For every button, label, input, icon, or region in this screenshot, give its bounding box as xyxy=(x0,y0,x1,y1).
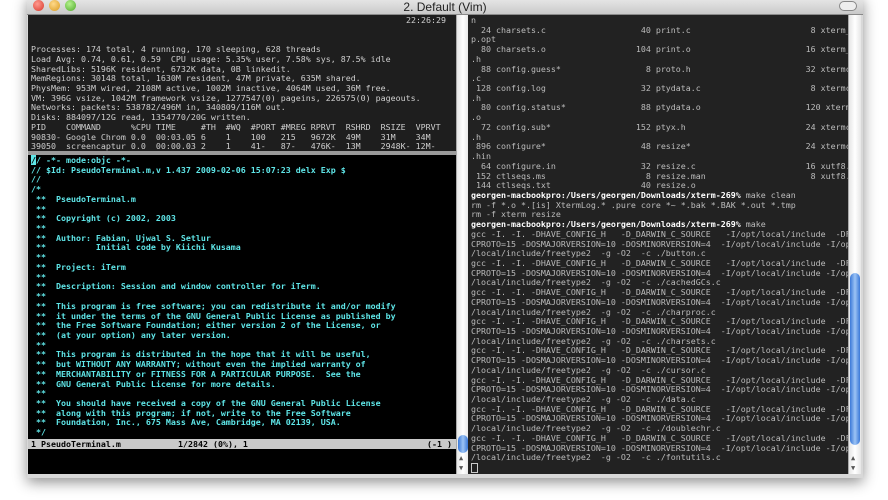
output-text: rm -f xterm resize xyxy=(471,209,561,220)
output-text: CPROTO=15 -DOSMAJORVERSION=10 -DOSMINORV… xyxy=(471,326,848,336)
output-text: CPROTO=15 -DOSMAJORVERSION=10 -DOSMINORV… xyxy=(471,413,848,424)
vim-editor-pane[interactable]: // -*- mode:objc -*-// $Id: PseudoTermin… xyxy=(28,155,456,474)
output-text: gcc -I. -I. -DHAVE_CONFIG_H -D_DARWIN_C_… xyxy=(471,374,848,385)
output-line: /local/include/freetype2 -g -O2 -c ./fon… xyxy=(471,452,848,463)
code-line: ** (at your option) any later version. xyxy=(31,329,231,340)
code-line: ** Description: Session and window contr… xyxy=(31,281,321,292)
output-line: 80 charsets.o 104 print.o 16 xterm_io xyxy=(471,44,848,55)
code-line: ** Project: iTerm xyxy=(31,261,126,272)
cursor-line xyxy=(471,463,848,474)
output-text: /local/include/freetype2 -g -O2 -c ./cur… xyxy=(471,364,706,375)
output-text: .o xyxy=(471,112,481,123)
output-text: p.opt xyxy=(471,34,496,45)
output-text: .c xyxy=(471,73,481,84)
output-text: 152 ctlseqs.ms 8 resize.man 8 xutf8.h xyxy=(471,170,848,181)
output-text: .h xyxy=(471,53,481,64)
output-text: 88 config.guess* 8 proto.h 32 xtermcap xyxy=(471,63,848,74)
status-file: 1 PseudoTerminal.m xyxy=(31,439,121,449)
code-line: ** Initial code by Kiichi Kusama xyxy=(31,242,241,253)
code-line: ** Foundation, Inc., 675 Mass Ave, Cambr… xyxy=(31,417,341,428)
output-text: /local/include/freetype2 -g -O2 -c ./dat… xyxy=(471,394,696,405)
output-text: /local/include/freetype2 -g -O2 -c ./dou… xyxy=(471,423,721,434)
scroll-down-icon[interactable]: ▼ xyxy=(851,464,855,472)
vim-status-line: 1 PseudoTerminal.m 1/2842 (0%), 1 (-1 ) xyxy=(28,439,456,449)
top-process-pane[interactable]: 22:26:29 Processes: 174 total, 4 running… xyxy=(28,15,456,151)
output-text: CPROTO=15 -DOSMAJORVERSION=10 -DOSMINORV… xyxy=(471,296,848,307)
output-text: /local/include/freetype2 -g -O2 -c ./cac… xyxy=(471,277,721,288)
output-text: gcc -I. -I. -DHAVE_CONFIG_H -D_DARWIN_C_… xyxy=(471,287,848,298)
shell-prompt: georgen-macbookpro:/Users/georgen/Downlo… xyxy=(471,219,741,230)
status-position: 1/2842 (0%), 1 xyxy=(178,439,248,449)
shell-prompt: georgen-macbookpro:/Users/georgen/Downlo… xyxy=(471,189,741,200)
cursor xyxy=(471,463,478,474)
output-text: /local/include/freetype2 -g -O2 -c ./cha… xyxy=(471,306,716,317)
output-text: gcc -I. -I. -DHAVE_CONFIG_H -D_DARWIN_C_… xyxy=(471,432,848,443)
output-text: 128 config.log 32 ptydata.c 8 xtermcap xyxy=(471,83,848,94)
output-text: /local/include/freetype2 -g -O2 -c ./fon… xyxy=(471,452,721,463)
right-scrollbar[interactable]: ▲ ▼ xyxy=(848,15,861,474)
title-bar[interactable]: 2. Default (Vim) xyxy=(27,0,863,15)
output-text: CPROTO=15 -DOSMAJORVERSION=10 -DOSMINORV… xyxy=(471,442,848,453)
toolbar-toggle-button[interactable] xyxy=(839,1,857,11)
code-line: // xyxy=(31,174,41,185)
output-text: .hin xyxy=(471,151,491,162)
process-line: 39050 screencaptur 0.0 00:00.03 2 1 41- … xyxy=(31,141,436,151)
code-line: ** PseudoTerminal.m xyxy=(31,193,136,204)
output-text: .h xyxy=(471,131,481,142)
terminal-window: 2. Default (Vim) 22:26:29 Processes: 174… xyxy=(27,0,863,478)
output-line: 24 charsets.c 40 print.c 8 xterm_ax xyxy=(471,24,848,36)
output-text: 80 charsets.o 104 print.o 16 xterm_io xyxy=(471,44,848,55)
code-line: ** Copyright (c) 2002, 2003 xyxy=(31,213,176,224)
status-extra: (-1 ) xyxy=(427,439,452,449)
output-text: 24 charsets.c 40 print.c 8 xterm_ax xyxy=(471,24,848,35)
code-line-text: / -*- mode:objc -*- xyxy=(36,155,131,165)
output-line: 72 config.sub* 152 ptyx.h 24 xtermcfg xyxy=(471,121,848,133)
scroll-up-icon[interactable]: ▲ xyxy=(459,454,463,462)
output-text: gcc -I. -I. -DHAVE_CONFIG_H -D_DARWIN_C_… xyxy=(471,257,848,268)
scroll-down-icon[interactable]: ▼ xyxy=(459,464,463,472)
output-text: /local/include/freetype2 -g -O2 -c ./cha… xyxy=(471,335,716,346)
code-line: // $Id: PseudoTerminal.m,v 1.437 2009-02… xyxy=(31,164,346,175)
output-line: 88 config.guess* 8 proto.h 32 xtermcap xyxy=(471,63,848,75)
output-text: gcc -I. -I. -DHAVE_CONFIG_H -D_DARWIN_C_… xyxy=(471,345,848,356)
output-text: CPROTO=15 -DOSMAJORVERSION=10 -DOSMINORV… xyxy=(471,355,848,366)
clock: 22:26:29 xyxy=(406,15,446,25)
output-line: 128 config.log 32 ptydata.c 8 xtermcap xyxy=(471,83,848,94)
output-text: .h xyxy=(471,92,481,103)
output-text: 72 config.sub* 152 ptyx.h 24 xtermcfg xyxy=(471,121,848,132)
output-text: 80 config.status* 88 ptydata.o 120 xterm… xyxy=(471,102,848,113)
output-text: 144 ctlseqs.txt 40 resize.o xyxy=(471,180,696,191)
scroll-up-icon[interactable]: ▲ xyxy=(851,454,855,462)
output-line: 896 configure* 48 resize* 24 xtermcfg xyxy=(471,141,848,152)
window-title: 2. Default (Vim) xyxy=(403,0,487,14)
output-text: 64 configure.in 32 resize.c 16 xutf8.c xyxy=(471,160,848,171)
output-text: gcc -I. -I. -DHAVE_CONFIG_H -D_DARWIN_C_… xyxy=(471,316,848,327)
right-scroll-thumb[interactable] xyxy=(850,273,860,445)
code-line: */ xyxy=(31,427,46,438)
output-text: make xyxy=(740,219,766,230)
output-text: rm -f *.o *.[is] XtermLog.* .pure core *… xyxy=(471,199,796,210)
output-text: gcc -I. -I. -DHAVE_CONFIG_H -D_DARWIN_C_… xyxy=(471,228,848,239)
left-scroll-thumb[interactable] xyxy=(458,435,468,453)
output-line: 80 config.status* 88 ptydata.o 120 xterm… xyxy=(471,103,848,113)
code-line: ** GNU General Public License for more d… xyxy=(31,378,276,389)
output-text: /local/include/freetype2 -g -O2 -c ./but… xyxy=(471,248,706,259)
output-text: CPROTO=15 -DOSMAJORVERSION=10 -DOSMINORV… xyxy=(471,267,848,278)
shell-pane[interactable]: n 24 charsets.c 40 print.c 8 xterm_ax p.o… xyxy=(468,15,848,474)
output-text: make clean xyxy=(740,189,796,200)
output-text: n xyxy=(471,15,476,25)
output-text: gcc -I. -I. -DHAVE_CONFIG_H -D_DARWIN_C_… xyxy=(471,403,848,414)
output-text: CPROTO=15 -DOSMAJORVERSION=10 -DOSMINORV… xyxy=(471,238,848,249)
output-text: CPROTO=15 -DOSMAJORVERSION=10 -DOSMINORV… xyxy=(471,384,848,395)
output-text: 896 configure* 48 resize* 24 xtermcfg xyxy=(471,141,848,152)
